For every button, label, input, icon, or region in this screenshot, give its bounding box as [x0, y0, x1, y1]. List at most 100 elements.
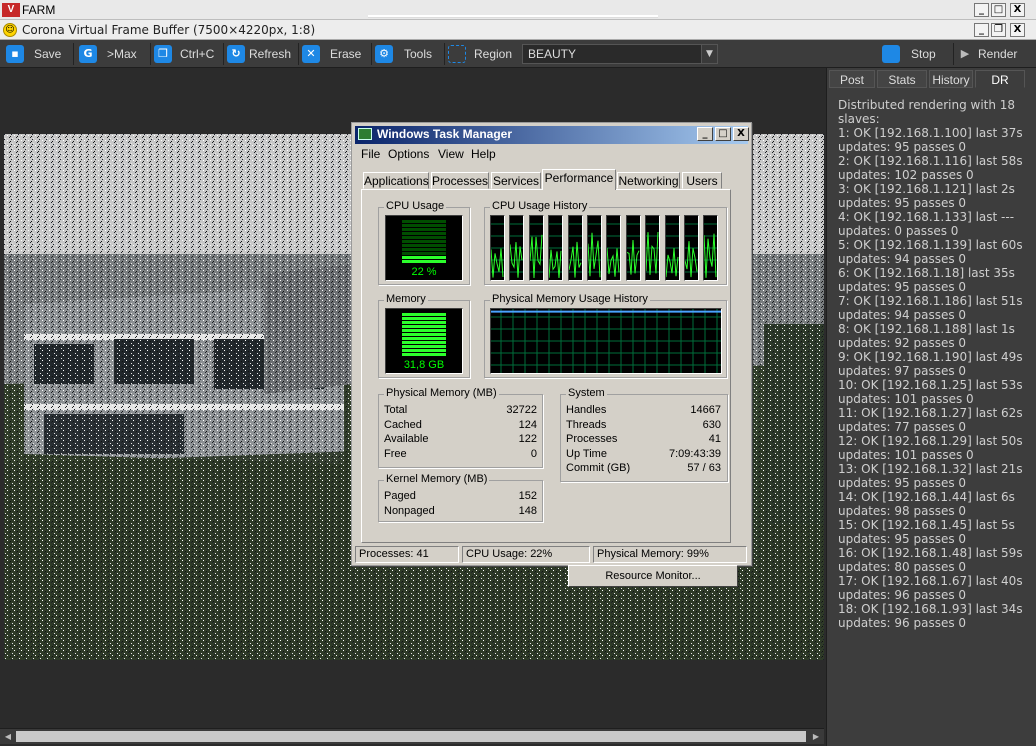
gear-icon: ⚙: [375, 45, 393, 63]
region-button[interactable]: Region: [446, 43, 516, 65]
horizontal-scrollbar[interactable]: ◀ ▶: [0, 728, 824, 744]
dr-log-line: 14: OK [192.168.1.44] last 6s: [838, 490, 1015, 504]
scrollbar-thumb[interactable]: [16, 731, 806, 742]
tab-post[interactable]: Post: [829, 70, 875, 88]
region-select-icon: [448, 45, 466, 63]
menu-help[interactable]: Help: [471, 147, 496, 161]
tm-title-bar[interactable]: Windows Task Manager _ □ X: [355, 126, 749, 144]
memory-history-group: Physical Memory Usage History: [484, 293, 727, 378]
vfb-toolbar: ▪ Save G >Max ❐ Ctrl+C ↻ Refresh ✕ Erase…: [0, 40, 1036, 68]
cpu-core-line: [703, 233, 717, 278]
memory-meter-segment: [402, 345, 446, 348]
dr-log-line: 1: OK [192.168.1.100] last 37s: [838, 126, 1023, 140]
erase-x-icon: ✕: [302, 45, 320, 63]
tab-history[interactable]: History: [929, 70, 973, 88]
outer-minimize-button[interactable]: _: [974, 3, 989, 17]
physical-memory-group: Physical Memory (MB) Total 32722 Cached 124…: [378, 387, 543, 468]
tab-processes[interactable]: Processes: [431, 172, 489, 189]
menu-file[interactable]: File: [361, 147, 380, 161]
vfb-restore-button[interactable]: ❐: [991, 23, 1006, 37]
cpu-meter-segment: [402, 224, 446, 227]
dr-log-line: 5: OK [192.168.1.139] last 60s: [838, 238, 1023, 252]
tm-close-button[interactable]: X: [733, 127, 749, 141]
resource-monitor-button[interactable]: Resource Monitor...: [568, 565, 738, 587]
memory-meter-segment: [402, 317, 446, 320]
cpu-meter-segment: [402, 220, 446, 223]
cpu-meter-segment: [402, 260, 446, 263]
channel-select[interactable]: BEAUTY ▼: [522, 44, 718, 64]
cpu-meter-segment: [402, 244, 446, 247]
tab-networking[interactable]: Networking: [617, 172, 680, 189]
dr-log-line: 18: OK [192.168.1.93] last 34s: [838, 602, 1023, 616]
task-manager-window[interactable]: Windows Task Manager _ □ X File Options …: [351, 122, 752, 587]
stat-label: Nonpaged: [384, 504, 435, 517]
stat-label: Commit (GB): [566, 462, 631, 474]
erase-button[interactable]: ✕ Erase: [300, 43, 372, 65]
tm-maximize-button[interactable]: □: [715, 127, 731, 141]
tm-minimize-button[interactable]: _: [697, 127, 713, 141]
tab-stats[interactable]: Stats: [877, 70, 927, 88]
scroll-right-icon[interactable]: ▶: [810, 731, 822, 743]
dr-log-line: 3: OK [192.168.1.121] last 2s: [838, 182, 1015, 196]
memory-meter-segment: [402, 349, 446, 352]
stat-label: Cached: [384, 418, 422, 431]
vfb-close-button[interactable]: X: [1010, 23, 1025, 37]
dr-log-line: updates: 97 passes 0: [838, 364, 967, 378]
tools-button[interactable]: ⚙ Tools: [373, 43, 445, 65]
memory-meter-segment: [402, 313, 446, 316]
dr-log-line: 2: OK [192.168.1.116] last 58s: [838, 154, 1023, 168]
system-group: System Handles 14667 Threads 630 Processes 41…: [560, 387, 728, 482]
max-button[interactable]: G >Max: [77, 43, 151, 65]
status-processes: Processes: 41: [355, 546, 459, 563]
memory-meter-segment: [402, 353, 446, 356]
menu-view[interactable]: View: [438, 147, 464, 161]
zoom-max-icon: G: [79, 45, 97, 63]
stat-value: 32722: [506, 404, 537, 416]
cpu-core-graph: [664, 215, 681, 281]
tm-title: Windows Task Manager: [377, 127, 513, 141]
dr-log-line: updates: 80 passes 0: [838, 560, 967, 574]
cpu-core-graph: [606, 215, 623, 281]
tab-performance[interactable]: Performance: [542, 169, 616, 190]
tab-dr[interactable]: DR: [975, 70, 1025, 88]
vfb-minimize-button[interactable]: _: [974, 23, 989, 37]
dr-log-line: updates: 95 passes 0: [838, 280, 967, 294]
dr-log-line: updates: 96 passes 0: [838, 616, 967, 630]
cpu-meter-segment: [402, 240, 446, 243]
copy-icon: ❐: [154, 45, 172, 63]
outer-maximize-button[interactable]: □: [991, 3, 1006, 17]
cpu-meter-segment: [402, 232, 446, 235]
chevron-down-icon[interactable]: ▼: [701, 45, 717, 63]
stat-value: 148: [518, 504, 537, 517]
dr-log-line: updates: 92 passes 0: [838, 336, 967, 350]
vray-logo-icon: V: [2, 3, 20, 17]
copy-button[interactable]: ❐ Ctrl+C: [152, 43, 224, 65]
dr-log-line: updates: 96 passes 0: [838, 588, 967, 602]
stat-label: Up Time: [566, 447, 607, 460]
stat-value: 152: [518, 490, 537, 502]
floppy-disk-icon: ▪: [6, 45, 24, 63]
stat-value: 7:09:43:39: [669, 447, 721, 460]
refresh-button[interactable]: ↻ Refresh: [225, 43, 299, 65]
stat-value: 630: [702, 418, 721, 431]
dr-log-line: Distributed rendering with 18: [838, 98, 1016, 112]
cpu-usage-group: CPU Usage 22 %: [378, 200, 470, 285]
save-button[interactable]: ▪ Save: [4, 43, 74, 65]
stop-button[interactable]: Stop: [880, 43, 954, 65]
memory-meter-segment: [402, 333, 446, 336]
render-button[interactable]: ▶ Render: [954, 43, 1034, 65]
tab-applications[interactable]: Applications: [363, 172, 429, 189]
menu-options[interactable]: Options: [388, 147, 429, 161]
tab-users[interactable]: Users: [682, 172, 722, 189]
dr-log-line: 16: OK [192.168.1.48] last 59s: [838, 546, 1023, 560]
dr-log-line: 4: OK [192.168.1.133] last ---: [838, 210, 1015, 224]
dr-log-line: 15: OK [192.168.1.45] last 5s: [838, 518, 1015, 532]
outer-close-button[interactable]: X: [1010, 3, 1025, 17]
status-memory: Physical Memory: 99%: [593, 546, 747, 563]
progress-strip: [368, 15, 658, 18]
dr-log-line: updates: 95 passes 0: [838, 476, 967, 490]
dr-log-line: 6: OK [192.168.1.18] last 35s: [838, 266, 1015, 280]
cpu-core-graph: [625, 215, 642, 281]
tab-services[interactable]: Services: [491, 172, 541, 189]
scroll-left-icon[interactable]: ◀: [2, 731, 14, 743]
